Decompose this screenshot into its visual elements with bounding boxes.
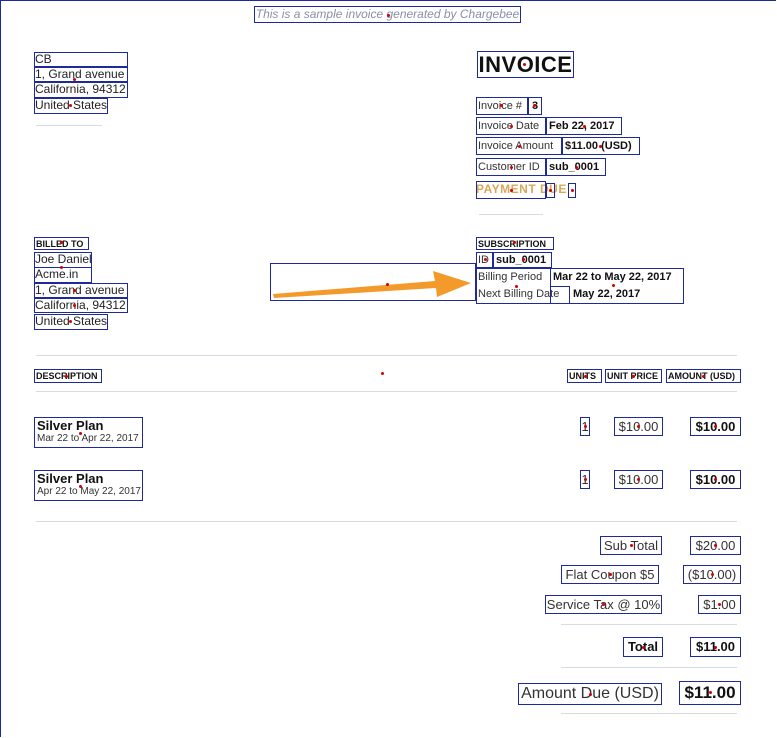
marker-dot [709,691,712,694]
marker-dot [510,189,513,192]
totals-rule [561,624,737,625]
marker-dot [609,573,612,576]
totals-rule [561,713,737,714]
marker-dot [714,646,717,649]
marker-dot [583,125,586,128]
marker-dot [602,603,605,606]
marker-dot [386,283,389,286]
next-billing-value: May 22, 2017 [573,288,641,300]
billed-to-name: Joe Daniel [34,252,92,268]
marker-dot [73,78,76,81]
seller-line1: 1, Grand avenue [34,67,128,82]
marker-dot [584,425,587,428]
col-description: DESCRIPTION [34,369,102,383]
marker-dot [632,375,635,378]
plan-name: Silver Plan [37,418,104,433]
marker-dot [584,478,587,481]
marker-dot [381,372,384,375]
billing-values-box: Mar 22 to May 22, 2017 May 22, 2017 [550,268,684,304]
table-bottom-rule [36,521,737,522]
marker-dot [637,478,640,481]
marker-dot [510,125,513,128]
marker-dot [714,425,717,428]
divider [36,125,102,126]
plan-name: Silver Plan [37,471,104,486]
totals-rule [561,667,737,668]
table-row: Silver Plan Mar 22 to Apr 22, 2017 [34,417,143,448]
marker-dot [69,104,72,107]
marker-dot [714,478,717,481]
billed-to-company: Acme.in [34,267,92,283]
marker-dot [515,285,518,288]
marker-dot [711,573,714,576]
next-billing-frame [550,286,570,304]
seller-line2: California, 94312 [34,82,128,98]
billed-to-line2: California, 94312 [34,298,128,313]
billed-to-line1: 1, Grand avenue [34,283,128,298]
marker-dot [79,485,82,488]
marker-dot [513,241,516,244]
billing-period-label: Billing Period [478,271,543,283]
marker-dot [484,258,487,261]
marker-dot [69,320,72,323]
marker-dot [518,145,521,148]
marker-dot [599,145,602,148]
marker-dot [612,284,615,287]
marker-dot [387,14,390,17]
marker-dot [718,603,721,606]
table-top-rule [36,355,737,356]
marker-dot [571,189,574,192]
marker-dot [523,63,526,66]
marker-dot [60,266,63,269]
marker-dot [575,166,578,169]
marker-dot [522,258,525,261]
table-header-rule [36,391,737,392]
billing-labels-box: Billing Period Next Billing Date [476,268,560,304]
plan-period: Mar 22 to Apr 22, 2017 [37,433,139,445]
marker-dot [714,544,717,547]
next-billing-label: Next Billing Date [478,288,560,300]
marker-dot [73,304,76,307]
arrow-icon [273,271,471,298]
marker-dot [584,375,587,378]
marker-dot [65,375,68,378]
marker-dot [500,104,503,107]
marker-dot [642,646,645,649]
marker-dot [73,289,76,292]
marker-dot [702,375,705,378]
annotation-arrow-box [270,263,476,301]
marker-dot [630,544,633,547]
marker-dot [60,241,63,244]
seller-name: CB [34,52,128,67]
billing-period-value: Mar 22 to May 22, 2017 [553,271,672,283]
marker-dot [589,693,592,696]
marker-dot [533,104,536,107]
marker-dot [549,189,552,192]
marker-dot [510,166,513,169]
divider [479,214,543,215]
marker-dot [79,432,82,435]
plan-period: Apr 22 to May 22, 2017 [37,486,141,498]
marker-dot [637,425,640,428]
table-row: Silver Plan Apr 22 to May 22, 2017 [34,470,143,501]
